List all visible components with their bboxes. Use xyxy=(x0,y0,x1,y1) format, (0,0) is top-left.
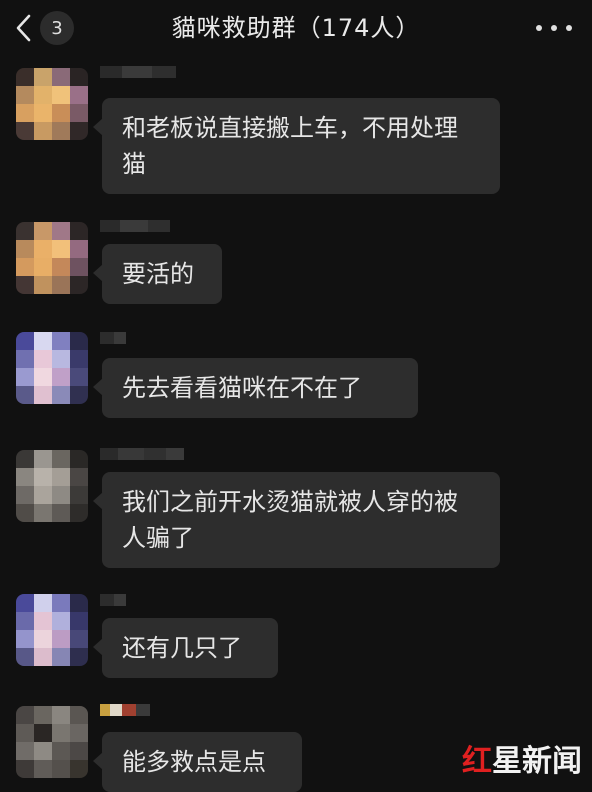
chat-title: 貓咪救助群（174人） xyxy=(171,14,421,42)
message-bubble[interactable]: 要活的 xyxy=(93,244,222,304)
more-dot-icon xyxy=(536,25,542,31)
sender-name-redacted xyxy=(100,332,126,344)
message-bubble[interactable]: 先去看看猫咪在不在了 xyxy=(93,358,418,418)
message-bubble[interactable]: 还有几只了 xyxy=(93,618,278,678)
back-button[interactable]: 3 xyxy=(14,10,90,46)
avatar[interactable] xyxy=(16,450,88,522)
chat-header: 3 貓咪救助群（174人） xyxy=(0,0,592,56)
message-bubble[interactable]: 我们之前开水烫猫就被人穿的被人骗了 xyxy=(93,472,500,568)
chevron-left-icon xyxy=(16,14,31,42)
watermark-logo: 红星新闻 xyxy=(462,742,582,782)
avatar[interactable] xyxy=(16,706,88,778)
sender-name-redacted xyxy=(100,220,170,232)
more-dot-icon xyxy=(551,25,557,31)
message-bubble[interactable]: 能多救点是点 xyxy=(93,732,302,792)
more-options-button[interactable] xyxy=(536,16,572,40)
avatar[interactable] xyxy=(16,222,88,294)
unread-count-badge: 3 xyxy=(40,11,74,45)
watermark-accent: 红 xyxy=(462,744,492,779)
avatar[interactable] xyxy=(16,594,88,666)
sender-name-redacted xyxy=(100,66,176,78)
avatar[interactable] xyxy=(16,68,88,140)
sender-name-redacted xyxy=(100,704,150,716)
avatar[interactable] xyxy=(16,332,88,404)
sender-name-redacted xyxy=(100,594,126,606)
watermark-text: 星新闻 xyxy=(492,744,582,779)
sender-name-redacted xyxy=(100,448,184,460)
more-dot-icon xyxy=(566,25,572,31)
message-bubble[interactable]: 和老板说直接搬上车，不用处理猫 xyxy=(93,98,500,194)
